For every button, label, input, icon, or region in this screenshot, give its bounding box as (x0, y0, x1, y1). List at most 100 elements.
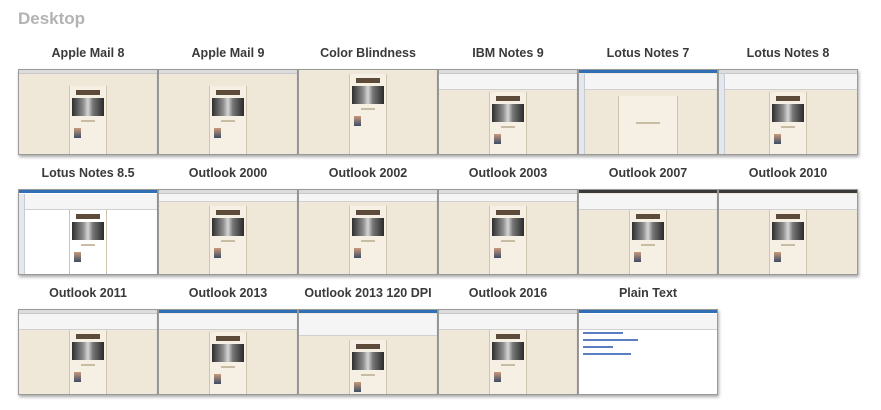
client-label: Plain Text (618, 286, 678, 300)
client-tile-outlook-2007[interactable]: Outlook 2007 (578, 164, 718, 275)
client-label: Outlook 2002 (328, 166, 408, 180)
client-label: Apple Mail 8 (51, 46, 125, 60)
client-preview-thumbnail[interactable] (438, 189, 578, 275)
client-label: Outlook 2000 (188, 166, 268, 180)
client-tile-ibm-notes-9[interactable]: IBM Notes 9 (438, 44, 578, 155)
header-photo (771, 104, 805, 122)
client-toolbar (439, 74, 577, 90)
client-preview-thumbnail[interactable] (578, 189, 718, 275)
logo-block (356, 78, 380, 83)
logo-block (776, 214, 800, 219)
client-label: Outlook 2013 120 DPI (304, 286, 432, 300)
header-photo (211, 98, 245, 116)
client-label: Outlook 2007 (608, 166, 688, 180)
text-line (500, 364, 516, 366)
client-preview-thumbnail[interactable] (18, 309, 158, 395)
window-chrome (579, 70, 717, 73)
header-photo (491, 342, 525, 360)
client-preview-thumbnail[interactable] (298, 309, 438, 395)
email-body (488, 330, 528, 394)
portrait-photo (634, 252, 641, 262)
client-toolbar (579, 194, 717, 210)
window-chrome (19, 190, 157, 193)
client-toolbar (439, 194, 577, 202)
client-preview-thumbnail[interactable] (158, 309, 298, 395)
window-chrome (579, 190, 717, 193)
logo-block (76, 334, 100, 339)
client-toolbar (579, 314, 717, 330)
text-line (360, 240, 376, 242)
client-tile-lotus-notes-8-5[interactable]: Lotus Notes 8.5 (18, 164, 158, 275)
client-preview-thumbnail[interactable] (718, 189, 858, 275)
client-tile-outlook-2000[interactable]: Outlook 2000 (158, 164, 298, 275)
client-tile-color-blindness[interactable]: Color Blindness (298, 44, 438, 155)
text-line (780, 126, 796, 128)
portrait-photo (494, 134, 501, 144)
client-toolbar (299, 314, 437, 336)
client-tile-lotus-notes-7[interactable]: Lotus Notes 7 (578, 44, 718, 155)
portrait-photo (354, 248, 361, 258)
client-tile-outlook-2016[interactable]: Outlook 2016 (438, 284, 578, 395)
client-preview-thumbnail[interactable] (438, 69, 578, 155)
text-line (220, 240, 236, 242)
client-preview-thumbnail[interactable] (718, 69, 858, 155)
client-preview-thumbnail[interactable] (438, 309, 578, 395)
window-chrome (719, 190, 857, 193)
logo-block (216, 90, 240, 95)
header-photo (71, 98, 105, 116)
window-chrome (579, 310, 717, 313)
logo-block (356, 344, 380, 349)
client-preview-thumbnail[interactable] (18, 189, 158, 275)
client-tile-outlook-2010[interactable]: Outlook 2010 (718, 164, 858, 275)
logo-block (636, 214, 660, 219)
portrait-photo (74, 372, 81, 382)
client-label: Outlook 2013 (188, 286, 268, 300)
portrait-photo (74, 128, 81, 138)
client-tile-outlook-2013-120-dpi[interactable]: Outlook 2013 120 DPI (298, 284, 438, 395)
client-tile-outlook-2011[interactable]: Outlook 2011 (18, 284, 158, 395)
client-tile-outlook-2003[interactable]: Outlook 2003 (438, 164, 578, 275)
client-preview-thumbnail[interactable] (158, 69, 298, 155)
client-label: Lotus Notes 7 (606, 46, 690, 60)
logo-block (216, 210, 240, 215)
client-preview-thumbnail[interactable] (578, 309, 718, 395)
client-toolbar (439, 314, 577, 330)
client-preview-thumbnail[interactable] (298, 69, 438, 155)
client-toolbar (159, 314, 297, 330)
client-preview-thumbnail[interactable] (578, 69, 718, 155)
email-body (768, 92, 808, 154)
portrait-photo (214, 128, 221, 138)
portrait-photo (774, 252, 781, 262)
email-body (68, 86, 108, 154)
email-body (348, 206, 388, 274)
client-tile-outlook-2002[interactable]: Outlook 2002 (298, 164, 438, 275)
header-photo (351, 352, 385, 370)
client-preview-thumbnail[interactable] (18, 69, 158, 155)
client-toolbar (159, 194, 297, 202)
window-chrome (299, 310, 437, 313)
client-preview-thumbnail[interactable] (158, 189, 298, 275)
email-body (348, 340, 388, 394)
text-line (80, 244, 96, 246)
client-label: Outlook 2011 (49, 286, 127, 300)
text-line (780, 244, 796, 246)
client-toolbar (19, 314, 157, 330)
text-line (640, 244, 656, 246)
client-preview-thumbnail[interactable] (298, 189, 438, 275)
client-tile-apple-mail-9[interactable]: Apple Mail 9 (158, 44, 298, 155)
email-body (628, 210, 668, 274)
client-label: Lotus Notes 8 (746, 46, 830, 60)
client-tile-outlook-2013[interactable]: Outlook 2013 (158, 284, 298, 395)
header-photo (211, 344, 245, 362)
header-photo (491, 218, 525, 236)
logo-block (216, 336, 240, 341)
client-tile-apple-mail-8[interactable]: Apple Mail 8 (18, 44, 158, 155)
email-body (68, 210, 108, 274)
plain-text-body (583, 332, 643, 360)
portrait-photo (214, 248, 221, 258)
window-chrome (159, 70, 297, 74)
client-toolbar (299, 194, 437, 202)
client-tile-plain-text[interactable]: Plain Text (578, 284, 718, 395)
logo-block (496, 210, 520, 215)
client-tile-lotus-notes-8[interactable]: Lotus Notes 8 (718, 44, 858, 155)
